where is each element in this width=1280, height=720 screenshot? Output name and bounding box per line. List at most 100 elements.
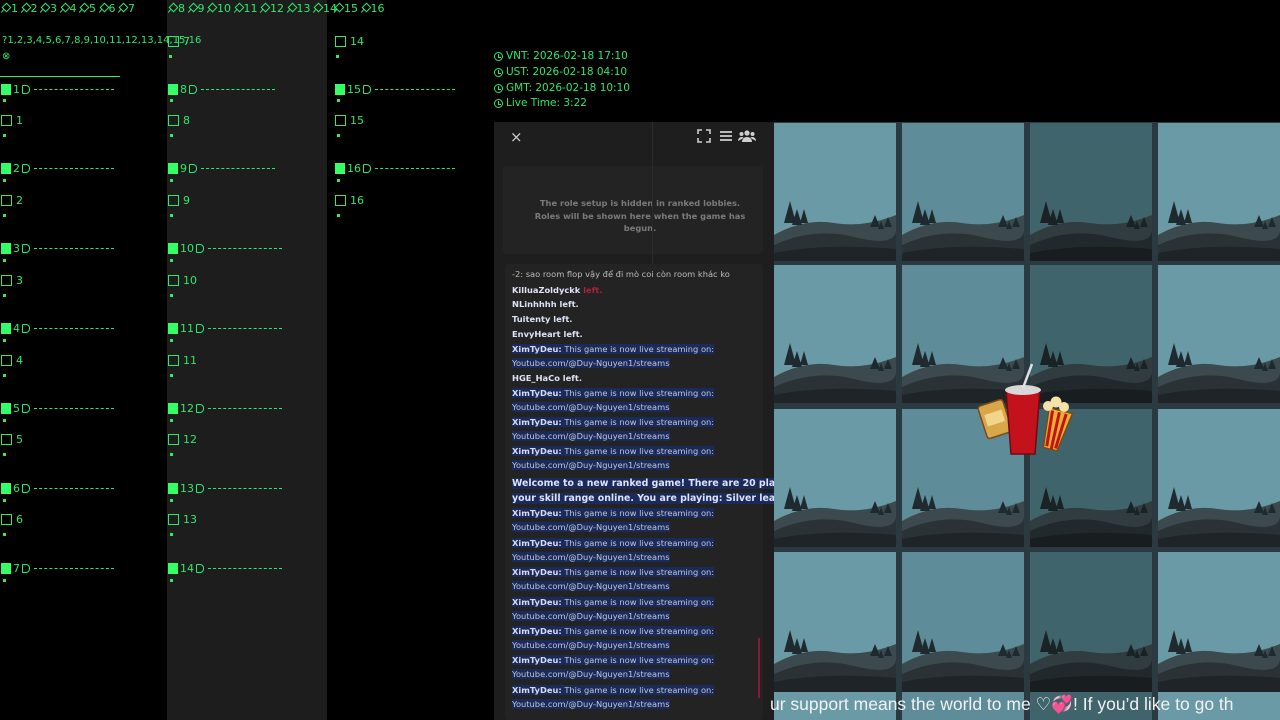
- stream-link[interactable]: Youtube.com/@Duy-Nguyen1/streams: [512, 669, 670, 679]
- player-name[interactable]: XimTyDeu:: [512, 655, 562, 665]
- slot-indicator: [1, 562, 11, 574]
- checkbox[interactable]: [168, 195, 179, 206]
- slot-header[interactable]: 15: [335, 82, 455, 96]
- slot-header[interactable]: 5: [1, 401, 114, 415]
- checkbox[interactable]: [1, 115, 12, 126]
- slot-header[interactable]: 13: [168, 481, 282, 495]
- speaker-icon[interactable]: [196, 563, 204, 573]
- speaker-icon[interactable]: [22, 403, 30, 413]
- player-slot-tile[interactable]: [774, 123, 896, 261]
- menu-icon[interactable]: [719, 129, 733, 143]
- slot-header[interactable]: 1: [1, 82, 114, 96]
- player-name[interactable]: KilluaZoldyckk: [512, 285, 580, 295]
- message-text: This game is now live streaming on:: [561, 538, 715, 548]
- player-name[interactable]: Tuitenty: [512, 314, 550, 324]
- stream-link[interactable]: Youtube.com/@Duy-Nguyen1/streams: [512, 431, 670, 441]
- slot-header[interactable]: 16: [335, 161, 455, 175]
- divider-line: [0, 76, 120, 77]
- checkbox[interactable]: [168, 36, 179, 47]
- stream-link[interactable]: Youtube.com/@Duy-Nguyen1/streams: [512, 552, 670, 562]
- slot-number: 7: [13, 561, 20, 575]
- speaker-icon[interactable]: [196, 483, 204, 493]
- chat-message: -2: sao room flop vậy để đi mò coi còn r…: [512, 269, 730, 279]
- player-name[interactable]: XimTyDeu:: [512, 567, 562, 577]
- checkbox[interactable]: [168, 115, 179, 126]
- checkbox[interactable]: [168, 514, 179, 525]
- speaker-icon[interactable]: [363, 163, 371, 173]
- player-name[interactable]: XimTyDeu:: [512, 538, 562, 548]
- stream-link[interactable]: Youtube.com/@Duy-Nguyen1/streams: [512, 611, 670, 621]
- players-icon[interactable]: [738, 129, 756, 143]
- slot-header[interactable]: 8: [168, 82, 275, 96]
- checkbox[interactable]: [335, 195, 346, 206]
- slot-header[interactable]: 9: [168, 161, 275, 175]
- chat-stream-message: XimTyDeu: This game is now live streamin…: [512, 624, 715, 638]
- player-name[interactable]: XimTyDeu:: [512, 597, 562, 607]
- close-button[interactable]: ×: [510, 128, 523, 146]
- stream-link[interactable]: Youtube.com/@Duy-Nguyen1/streams: [512, 581, 670, 591]
- speaker-icon[interactable]: [22, 563, 30, 573]
- speaker-icon[interactable]: [22, 84, 30, 94]
- slot-header[interactable]: 11: [168, 321, 282, 335]
- stream-link[interactable]: Youtube.com/@Duy-Nguyen1/streams: [512, 460, 670, 470]
- stream-link[interactable]: Youtube.com/@Duy-Nguyen1/streams: [512, 522, 670, 532]
- checkbox[interactable]: [168, 275, 179, 286]
- chat-scrollbar[interactable]: [758, 638, 760, 698]
- stream-link[interactable]: Youtube.com/@Duy-Nguyen1/streams: [512, 358, 670, 368]
- checkbox[interactable]: [335, 36, 346, 47]
- player-name[interactable]: XimTyDeu:: [512, 626, 562, 636]
- speaker-icon[interactable]: [363, 84, 371, 94]
- player-name[interactable]: XimTyDeu:: [512, 508, 562, 518]
- pin-icon: [119, 4, 127, 13]
- slot-indicator: [335, 83, 345, 95]
- speaker-icon[interactable]: [22, 163, 30, 173]
- player-name[interactable]: XimTyDeu:: [512, 388, 562, 398]
- player-name[interactable]: XimTyDeu:: [512, 685, 562, 695]
- player-name[interactable]: XimTyDeu:: [512, 446, 562, 456]
- stream-link[interactable]: Youtube.com/@Duy-Nguyen1/streams: [512, 640, 670, 650]
- player-slot-tile[interactable]: [902, 123, 1024, 261]
- checkbox[interactable]: [1, 434, 12, 445]
- slot-header[interactable]: 3: [1, 241, 114, 255]
- speaker-icon[interactable]: [22, 323, 30, 333]
- player-name[interactable]: XimTyDeu:: [512, 417, 562, 427]
- checkbox[interactable]: [1, 275, 12, 286]
- slot-header[interactable]: 14: [168, 561, 282, 575]
- clock-icon: [494, 51, 503, 61]
- slot-header[interactable]: 6: [1, 481, 114, 495]
- player-name[interactable]: NLinhhhh: [512, 299, 557, 309]
- player-slot-tile[interactable]: [1158, 123, 1280, 261]
- stream-link[interactable]: Youtube.com/@Duy-Nguyen1/streams: [512, 699, 670, 709]
- checkbox[interactable]: [335, 115, 346, 126]
- stream-link[interactable]: Youtube.com/@Duy-Nguyen1/streams: [512, 402, 670, 412]
- speaker-icon[interactable]: [196, 403, 204, 413]
- slot-header[interactable]: 2: [1, 161, 114, 175]
- checkbox-label: 5: [16, 433, 23, 446]
- player-slot-tile[interactable]: [1158, 265, 1280, 403]
- speaker-icon[interactable]: [22, 243, 30, 253]
- player-slot-tile[interactable]: [1158, 409, 1280, 547]
- player-name[interactable]: XimTyDeu:: [512, 344, 562, 354]
- speaker-icon[interactable]: [196, 323, 204, 333]
- player-name[interactable]: EnvyHeart: [512, 329, 561, 339]
- chat-stream-url: Youtube.com/@Duy-Nguyen1/streams: [512, 400, 670, 414]
- checkbox[interactable]: [168, 434, 179, 445]
- speaker-icon[interactable]: [196, 243, 204, 253]
- clock-vnt: VNT: 2026-02-18 17:10: [494, 50, 628, 62]
- slot-header[interactable]: 4: [1, 321, 114, 335]
- slot-header[interactable]: 12: [168, 401, 282, 415]
- checkbox[interactable]: [1, 195, 12, 206]
- speaker-icon[interactable]: [189, 84, 197, 94]
- slot-header[interactable]: 10: [168, 241, 282, 255]
- checkbox[interactable]: [1, 355, 12, 366]
- player-slot-tile[interactable]: [774, 409, 896, 547]
- fullscreen-icon[interactable]: [697, 129, 711, 143]
- player-slot-tile[interactable]: [774, 265, 896, 403]
- slot-header[interactable]: 7: [1, 561, 114, 575]
- checkbox[interactable]: [168, 355, 179, 366]
- player-slot-tile[interactable]: [1030, 123, 1152, 261]
- settings-icon[interactable]: ⊗: [2, 51, 10, 63]
- speaker-icon[interactable]: [189, 163, 197, 173]
- checkbox[interactable]: [1, 514, 12, 525]
- speaker-icon[interactable]: [22, 483, 30, 493]
